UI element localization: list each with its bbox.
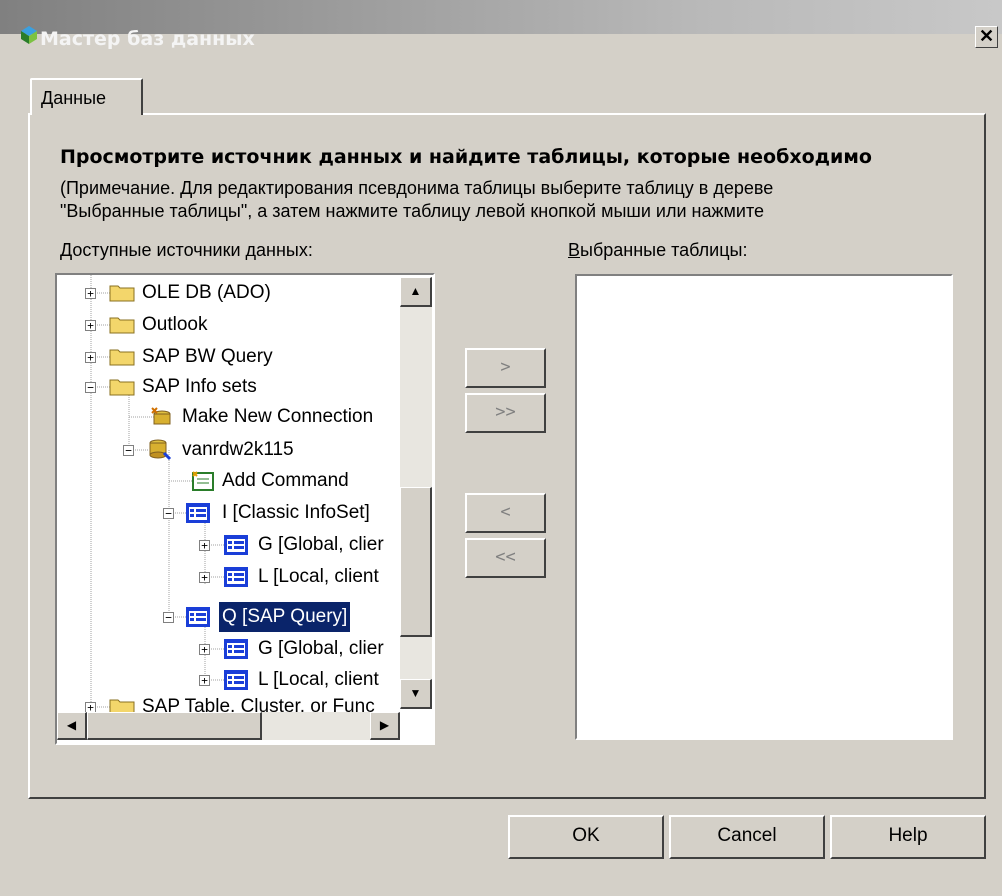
tree-item[interactable]: Make New Connection — [57, 402, 433, 432]
table-icon — [223, 566, 249, 598]
expand-icon[interactable]: + — [199, 572, 210, 583]
folder-icon — [109, 314, 135, 344]
tree-item-label: L [Local, client — [258, 669, 379, 690]
tree-item-label: SAP BW Query — [142, 346, 273, 367]
tree-item[interactable]: − SAP Info sets — [57, 372, 433, 402]
tree-item[interactable]: + G [Global, clier — [57, 634, 433, 664]
available-sources-tree[interactable]: + OLE DB (ADO) + Outlook + SAP BW Query − SAP I… — [55, 273, 435, 745]
tree-item-label: Q [SAP Query] — [217, 601, 352, 633]
collapse-icon[interactable]: − — [163, 612, 174, 623]
selected-tables-label: Выбранные таблицы: — [568, 240, 748, 260]
help-button[interactable]: Help — [830, 815, 986, 859]
tree-item-label: vanrdw2k115 — [182, 439, 294, 460]
instruction-heading: Просмотрите источник данных и найдите та… — [60, 146, 872, 168]
tree-item[interactable]: − Q [SAP Query] — [57, 601, 433, 633]
expand-icon[interactable]: + — [199, 540, 210, 551]
instruction-note-line-2: "Выбранные таблицы", а затем нажмите таб… — [60, 201, 765, 221]
tree-item-label: Make New Connection — [182, 406, 374, 427]
tree-vertical-scrollbar[interactable]: ▲ ▼ — [400, 277, 432, 709]
close-icon: ✕ — [978, 26, 995, 46]
window-title: Мастер баз данных — [40, 28, 255, 50]
tree-item[interactable]: Add Command — [57, 466, 433, 496]
scroll-down-icon: ▼ — [409, 686, 422, 700]
scroll-up-icon: ▲ — [409, 284, 422, 298]
add-table-button[interactable]: > — [465, 348, 546, 388]
expand-icon[interactable]: + — [85, 352, 96, 363]
selected-tables-list[interactable] — [575, 274, 953, 740]
tree-item-label: Add Command — [222, 470, 349, 491]
tree-item-label: SAP Info sets — [142, 376, 257, 397]
scroll-down-button[interactable]: ▼ — [400, 679, 432, 709]
tree-item[interactable]: + Outlook — [57, 310, 433, 340]
database-wizard-icon — [21, 26, 37, 44]
tree-item[interactable]: − vanrdw2k115 — [57, 435, 433, 465]
expand-icon[interactable]: + — [85, 288, 96, 299]
tree-item-label: G [Global, clier — [258, 638, 384, 659]
tree-item-label: OLE DB (ADO) — [142, 282, 271, 303]
tree-item[interactable]: + L [Local, client — [57, 562, 433, 592]
expand-icon[interactable]: + — [199, 675, 210, 686]
scroll-left-icon: ◀ — [66, 718, 77, 732]
add-all-tables-button[interactable]: >> — [465, 393, 546, 433]
close-button[interactable]: ✕ — [975, 26, 998, 48]
new-connection-icon — [149, 406, 175, 438]
horizontal-scroll-thumb[interactable] — [87, 712, 262, 740]
tree-item[interactable]: − I [Classic InfoSet] — [57, 498, 433, 528]
collapse-icon[interactable]: − — [85, 382, 96, 393]
remove-all-tables-button[interactable]: << — [465, 538, 546, 578]
scroll-up-button[interactable]: ▲ — [400, 277, 432, 307]
collapse-icon[interactable]: − — [163, 508, 174, 519]
vertical-scroll-thumb[interactable] — [400, 487, 432, 637]
cancel-button[interactable]: Cancel — [669, 815, 825, 859]
tree-item-label: G [Global, clier — [258, 534, 384, 555]
tree-horizontal-scrollbar[interactable]: ◀ ▶ — [57, 712, 400, 740]
scroll-right-icon: ▶ — [379, 718, 390, 732]
ok-button[interactable]: OK — [508, 815, 664, 859]
instruction-note-line-1: (Примечание. Для редактирования псевдони… — [60, 178, 774, 198]
tree-item[interactable]: + SAP BW Query — [57, 342, 433, 372]
folder-icon — [109, 282, 135, 312]
collapse-icon[interactable]: − — [123, 445, 134, 456]
tab-label: Данные — [41, 88, 107, 108]
expand-icon[interactable]: + — [85, 320, 96, 331]
tab-data[interactable]: Данные — [30, 78, 143, 115]
remove-table-button[interactable]: < — [465, 493, 546, 533]
scroll-left-button[interactable]: ◀ — [57, 712, 87, 740]
scroll-right-button[interactable]: ▶ — [370, 712, 400, 740]
tree-item[interactable]: + OLE DB (ADO) — [57, 278, 433, 308]
available-sources-label: Доступные источники данных: — [60, 240, 313, 260]
tree-item-label: I [Classic InfoSet] — [222, 502, 370, 523]
tree-item-label: Outlook — [142, 314, 208, 335]
expand-icon[interactable]: + — [199, 644, 210, 655]
tree-item[interactable]: + L [Local, client — [57, 665, 433, 695]
tree-item-label: L [Local, client — [258, 566, 379, 587]
tree-item[interactable]: + G [Global, clier — [57, 530, 433, 560]
